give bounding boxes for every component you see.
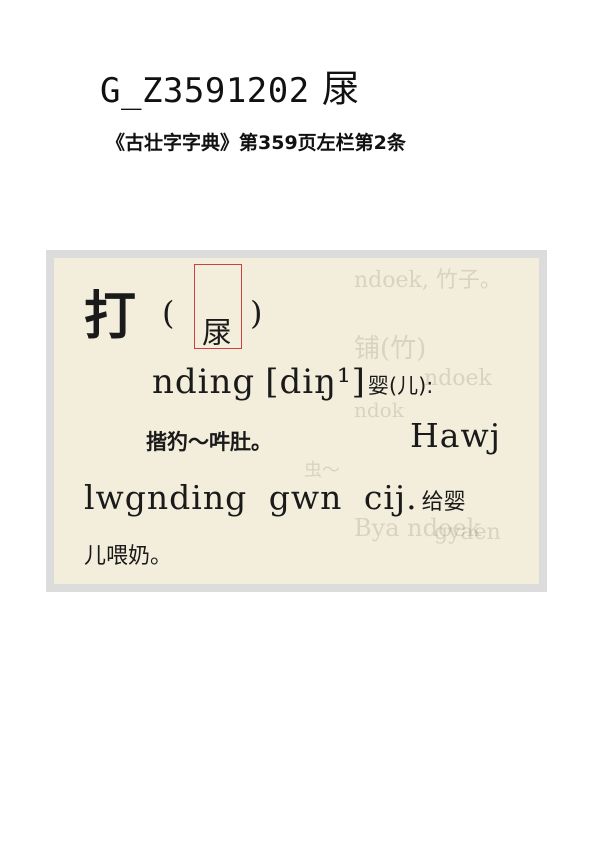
dictionary-headword: 打: [84, 287, 137, 347]
source-reference: 《古壮字字典》第359页左栏第2条: [106, 132, 406, 154]
variant-highlight-box: [194, 264, 242, 349]
definition-gloss: 婴(儿):: [367, 374, 434, 398]
close-parenthesis: ): [250, 294, 263, 332]
bleed-through-text: gyaen: [434, 520, 501, 545]
example-line: lwgnding gwn cij. 给婴: [84, 478, 466, 517]
character-glyph: 㞗: [321, 67, 361, 111]
bleed-through-text: 铺(竹): [354, 334, 427, 364]
ipa-transcription: [diŋ¹]: [265, 362, 366, 402]
example-zhuang-characters: 揩犳～吽肚。: [146, 430, 272, 454]
pronunciation-line: nding [diŋ¹]婴(儿):: [152, 362, 433, 402]
bleed-through-text: ndoek, 竹子。: [354, 268, 502, 293]
dictionary-scan-frame: ndoek, 竹子。 铺(竹) ndoek ndok 虫～ Bya ndoek …: [46, 250, 547, 592]
example-latin-start: Hawj: [410, 416, 501, 455]
example-latin-continued: lwgnding gwn cij.: [84, 478, 418, 517]
zhuang-reading: nding: [152, 362, 256, 402]
bleed-through-text: ndoek: [424, 366, 492, 391]
character-code: G_Z3591202: [100, 71, 310, 111]
example-translation-end: 儿喂奶。: [84, 544, 173, 569]
document-id-heading: G_Z3591202 㞗: [100, 58, 360, 113]
dictionary-scan-paper: ndoek, 竹子。 铺(竹) ndoek ndok 虫～ Bya ndoek …: [54, 258, 539, 584]
open-parenthesis: (: [162, 294, 175, 332]
example-translation-start: 给婴: [421, 490, 466, 515]
